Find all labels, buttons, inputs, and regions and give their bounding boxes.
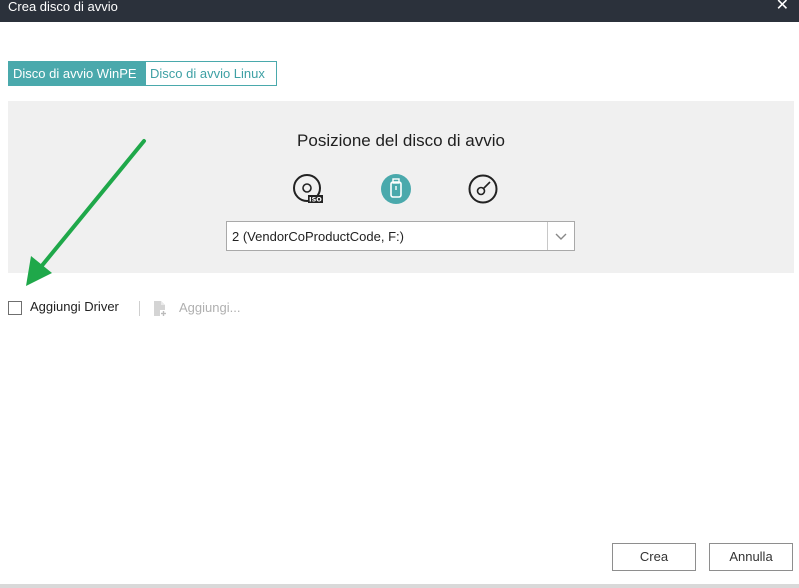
usb-drive-icon[interactable]	[380, 173, 412, 205]
create-button[interactable]: Crea	[612, 543, 696, 571]
add-file-icon	[153, 300, 167, 317]
tab-bar: Disco di avvio WinPE Disco di avvio Linu…	[8, 61, 277, 86]
add-driver-button[interactable]: Aggiungi...	[179, 300, 240, 315]
tab-linux[interactable]: Disco di avvio Linux	[146, 61, 277, 86]
cancel-button[interactable]: Annulla	[709, 543, 793, 571]
device-select-value: 2 (VendorCoProductCode, F:)	[232, 229, 404, 244]
divider	[139, 301, 140, 316]
iso-disc-icon[interactable]: ISO	[292, 173, 324, 205]
window-title: Crea disco di avvio	[8, 0, 118, 14]
cd-dvd-icon[interactable]	[467, 173, 499, 205]
title-bar: Crea disco di avvio ✕	[0, 0, 799, 22]
annotation-arrow	[26, 139, 146, 286]
svg-text:ISO: ISO	[309, 196, 322, 204]
chevron-down-icon[interactable]	[547, 222, 574, 250]
device-select[interactable]: 2 (VendorCoProductCode, F:)	[226, 221, 575, 251]
bottom-border	[0, 584, 799, 588]
add-driver-label[interactable]: Aggiungi Driver	[30, 299, 119, 314]
close-icon[interactable]: ✕	[776, 0, 789, 15]
add-driver-checkbox[interactable]	[8, 301, 22, 315]
tab-winpe[interactable]: Disco di avvio WinPE	[8, 61, 146, 86]
